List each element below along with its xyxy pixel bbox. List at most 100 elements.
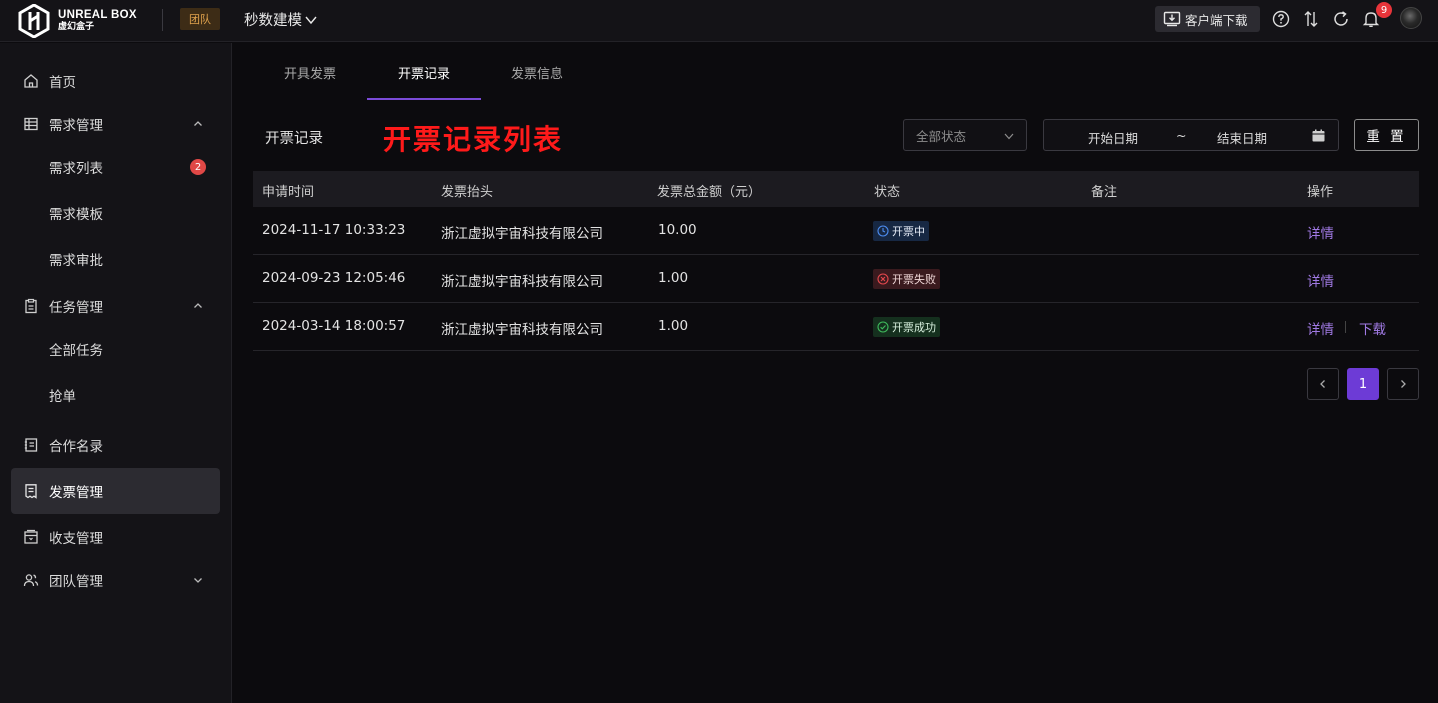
column-header: 操作 (1307, 185, 1334, 200)
brand-name-en: UNREAL BOX (58, 8, 137, 21)
column-header: 备注 (1091, 185, 1118, 200)
chevron-right-icon (1401, 380, 1406, 388)
column-header: 发票总金额（元） (657, 185, 762, 200)
status-filter-select[interactable]: 全部状态 (903, 119, 1027, 151)
sidebar-item-label: 任务管理 (49, 300, 103, 316)
chevron-left-icon (1320, 380, 1325, 388)
table-row: 2024-09-23 12:05:46 浙江虚拟宇宙科技有限公司 1.00 开票… (253, 255, 1419, 303)
apply-time: 2024-11-17 10:33:23 (262, 222, 406, 238)
prev-page-button[interactable] (1307, 368, 1339, 400)
apply-time: 2024-09-23 12:05:46 (262, 270, 406, 286)
apply-time: 2024-03-14 18:00:57 (262, 318, 406, 334)
chevron-down-icon (194, 578, 202, 583)
sidebar-item-label: 收支管理 (49, 531, 103, 547)
section-title: 开票记录 (265, 131, 323, 147)
top-bar: UNREAL BOX 虚幻盒子 团队 秒数建模 客户端下载 9 (0, 0, 1438, 42)
sidebar-item-finance[interactable]: 收支管理 (11, 514, 220, 560)
contacts-icon (24, 438, 38, 452)
status-filter-placeholder: 全部状态 (916, 128, 967, 144)
invoice-title: 浙江虚拟宇宙科技有限公司 (441, 274, 603, 290)
logo-mark-icon (18, 4, 50, 38)
sidebar-item-all-tasks[interactable]: 全部任务 (11, 326, 220, 372)
invoice-amount: 1.00 (658, 270, 689, 286)
invoice-icon (25, 484, 37, 499)
sidebar-item-label: 需求模板 (49, 207, 103, 223)
details-link[interactable]: 详情 (1307, 318, 1334, 338)
column-header: 发票抬头 (441, 185, 494, 200)
project-selector[interactable]: 秒数建模 (244, 9, 318, 30)
invoice-records-table: 申请时间 发票抬头 发票总金额（元） 状态 备注 操作 2024-11-17 1… (253, 171, 1419, 351)
refresh-icon[interactable] (1331, 9, 1351, 29)
reset-button[interactable]: 重 置 (1354, 119, 1419, 151)
sidebar-item-demand-template[interactable]: 需求模板 (11, 190, 220, 236)
tab-invoice-info[interactable]: 发票信息 (510, 63, 564, 101)
invoice-title: 浙江虚拟宇宙科技有限公司 (441, 322, 603, 338)
status-badge: 开票失败 (873, 269, 940, 289)
active-tab-indicator (367, 98, 481, 100)
end-date-input[interactable]: 结束日期 (1217, 128, 1267, 147)
sidebar-item-team-management[interactable]: 团队管理 (11, 557, 220, 603)
chevron-down-icon (1004, 133, 1014, 140)
date-range-separator: ~ (1176, 128, 1187, 143)
brand-logo[interactable]: UNREAL BOX 虚幻盒子 (18, 4, 137, 38)
team-badge: 团队 (180, 8, 220, 30)
sidebar-item-label: 合作名录 (49, 439, 103, 455)
sidebar-item-label: 首页 (49, 75, 76, 91)
sort-icon[interactable] (1301, 9, 1321, 29)
team-icon (23, 574, 39, 587)
sidebar-item-label: 需求审批 (49, 253, 103, 269)
chevron-up-icon (194, 121, 202, 126)
help-icon[interactable] (1271, 9, 1291, 29)
page-number-button[interactable]: 1 (1347, 368, 1379, 400)
wallet-icon (24, 529, 38, 544)
download-icon (1163, 11, 1181, 27)
sidebar-item-task-management[interactable]: 任务管理 (11, 283, 220, 329)
brand-name-cn: 虚幻盒子 (58, 22, 95, 33)
next-page-button[interactable] (1387, 368, 1419, 400)
date-range-picker[interactable]: 开始日期 ~ 结束日期 (1043, 119, 1339, 151)
sidebar-item-partners[interactable]: 合作名录 (11, 422, 220, 468)
tab-invoice-records[interactable]: 开票记录 (397, 63, 451, 101)
table-row: 2024-03-14 18:00:57 浙江虚拟宇宙科技有限公司 1.00 开票… (253, 303, 1419, 351)
sidebar-item-grab-order[interactable]: 抢单 (11, 372, 220, 418)
sidebar-item-demand-list[interactable]: 需求列表 2 (11, 144, 220, 190)
invoice-title: 浙江虚拟宇宙科技有限公司 (441, 226, 603, 242)
action-divider (1345, 321, 1346, 333)
tab-label: 发票信息 (510, 67, 563, 82)
sidebar: 首页 需求管理 需求列表 2 需求模板 需求审批 任务管理 全部任务 抢单 合作… (0, 43, 232, 703)
details-link[interactable]: 详情 (1307, 270, 1334, 290)
sidebar-item-label: 团队管理 (49, 574, 103, 590)
sidebar-item-demand-management[interactable]: 需求管理 (11, 101, 220, 147)
download-link[interactable]: 下载 (1359, 318, 1386, 338)
sidebar-item-label: 抢单 (49, 389, 76, 405)
table-row: 2024-11-17 10:33:23 浙江虚拟宇宙科技有限公司 10.00 开… (253, 207, 1419, 255)
download-label: 客户端下载 (1185, 12, 1248, 28)
demand-count-badge: 2 (190, 159, 206, 175)
check-circle-icon (877, 321, 889, 333)
table-icon (24, 117, 38, 131)
sidebar-item-home[interactable]: 首页 (11, 58, 220, 104)
tab-label: 开具发票 (283, 67, 336, 82)
status-text: 开票失败 (892, 273, 936, 286)
column-header: 申请时间 (262, 185, 315, 200)
status-badge: 开票中 (873, 221, 929, 241)
page-heading-annotation: 开票记录列表 (383, 123, 564, 156)
status-text: 开票中 (892, 225, 925, 238)
clock-icon (877, 225, 889, 237)
column-header: 状态 (874, 185, 901, 200)
sidebar-item-demand-approval[interactable]: 需求审批 (11, 236, 220, 282)
invoice-amount: 1.00 (658, 318, 689, 334)
tab-issue-invoice[interactable]: 开具发票 (283, 63, 337, 101)
table-header: 申请时间 发票抬头 发票总金额（元） 状态 备注 操作 (253, 171, 1419, 207)
start-date-input[interactable]: 开始日期 (1088, 128, 1138, 147)
sidebar-item-invoice-management[interactable]: 发票管理 (11, 468, 220, 514)
avatar[interactable] (1400, 7, 1422, 29)
close-circle-icon (877, 273, 889, 285)
sidebar-item-label: 需求列表 (49, 161, 103, 177)
invoice-amount: 10.00 (658, 222, 697, 238)
details-link[interactable]: 详情 (1307, 222, 1334, 242)
main-content: 开具发票 开票记录 发票信息 开票记录 开票记录列表 全部状态 开始日期 ~ 结… (233, 43, 1438, 703)
client-download-button[interactable]: 客户端下载 (1155, 6, 1260, 32)
clipboard-icon (25, 298, 37, 314)
chevron-up-icon (194, 303, 202, 308)
